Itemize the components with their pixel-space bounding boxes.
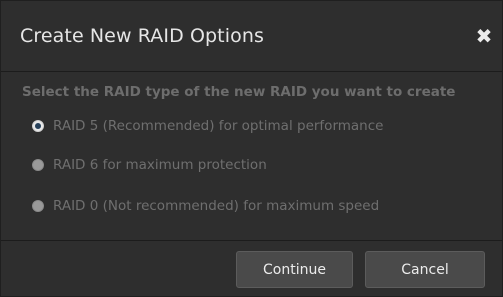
raid6-option-label: RAID 6 for maximum protection — [53, 157, 267, 173]
raid6-option[interactable]: RAID 6 for maximum protection — [32, 154, 267, 176]
cancel-button[interactable]: Cancel — [365, 251, 485, 288]
raid-options-dialog: Create New RAID Options ✖ Select the RAI… — [0, 0, 503, 297]
raid0-option-label: RAID 0 (Not recommended) for maximum spe… — [53, 198, 380, 214]
close-icon[interactable]: ✖ — [474, 25, 494, 47]
raid5-radio[interactable] — [32, 120, 44, 132]
raid0-option[interactable]: RAID 0 (Not recommended) for maximum spe… — [32, 195, 379, 217]
raid5-option[interactable]: RAID 5 (Recommended) for optimal perform… — [32, 115, 383, 137]
raid-type-prompt: Select the RAID type of the new RAID you… — [22, 84, 456, 100]
dialog-header: Create New RAID Options ✖ — [1, 1, 502, 72]
dialog-title: Create New RAID Options — [20, 25, 264, 47]
dialog-body: Select the RAID type of the new RAID you… — [1, 72, 502, 241]
raid6-radio[interactable] — [32, 159, 44, 171]
raid5-option-label: RAID 5 (Recommended) for optimal perform… — [53, 118, 384, 134]
continue-button[interactable]: Continue — [236, 251, 353, 288]
raid0-radio[interactable] — [32, 200, 44, 212]
dialog-footer: Continue Cancel — [1, 241, 502, 296]
